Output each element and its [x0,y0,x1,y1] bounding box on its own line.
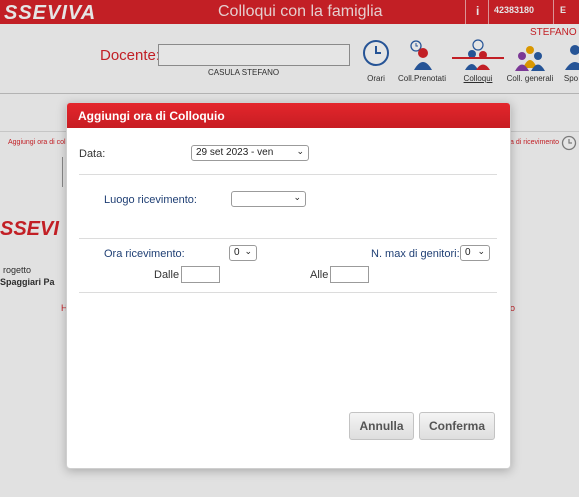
chevron-down-icon: ⌄ [296,146,304,156]
chevron-down-icon: ⌄ [477,246,485,256]
cancel-button[interactable]: Annulla [349,412,414,440]
confirm-button[interactable]: Conferma [419,412,495,440]
add-colloquio-dialog: Aggiungi ora di Colloquio Data: 29 set 2… [66,102,511,469]
data-label: Data: [79,148,106,160]
ora-label: Ora ricevimento: [104,248,185,260]
ora-select[interactable]: 0 ⌄ [229,245,257,261]
dialog-title: Aggiungi ora di Colloquio [78,109,225,123]
dalle-label: Dalle [154,269,180,281]
ora-select-value: 0 [234,247,240,258]
max-genitori-select[interactable]: 0 ⌄ [460,245,490,261]
divider [79,292,497,293]
luogo-select[interactable]: ⌄ [231,191,306,207]
chevron-down-icon: ⌄ [293,192,301,202]
divider [79,174,497,175]
max-genitori-value: 0 [465,247,471,258]
alle-input[interactable] [330,266,369,283]
chevron-down-icon: ⌄ [244,246,252,256]
dalle-input[interactable] [181,266,220,283]
luogo-label: Luogo ricevimento: [104,194,197,206]
divider [79,238,497,239]
alle-label: Alle [310,269,329,281]
data-select[interactable]: 29 set 2023 - ven ⌄ [191,145,309,161]
max-genitori-label: N. max di genitori: [371,248,460,260]
data-select-value: 29 set 2023 - ven [196,147,274,158]
dialog-header: Aggiungi ora di Colloquio [67,103,510,128]
